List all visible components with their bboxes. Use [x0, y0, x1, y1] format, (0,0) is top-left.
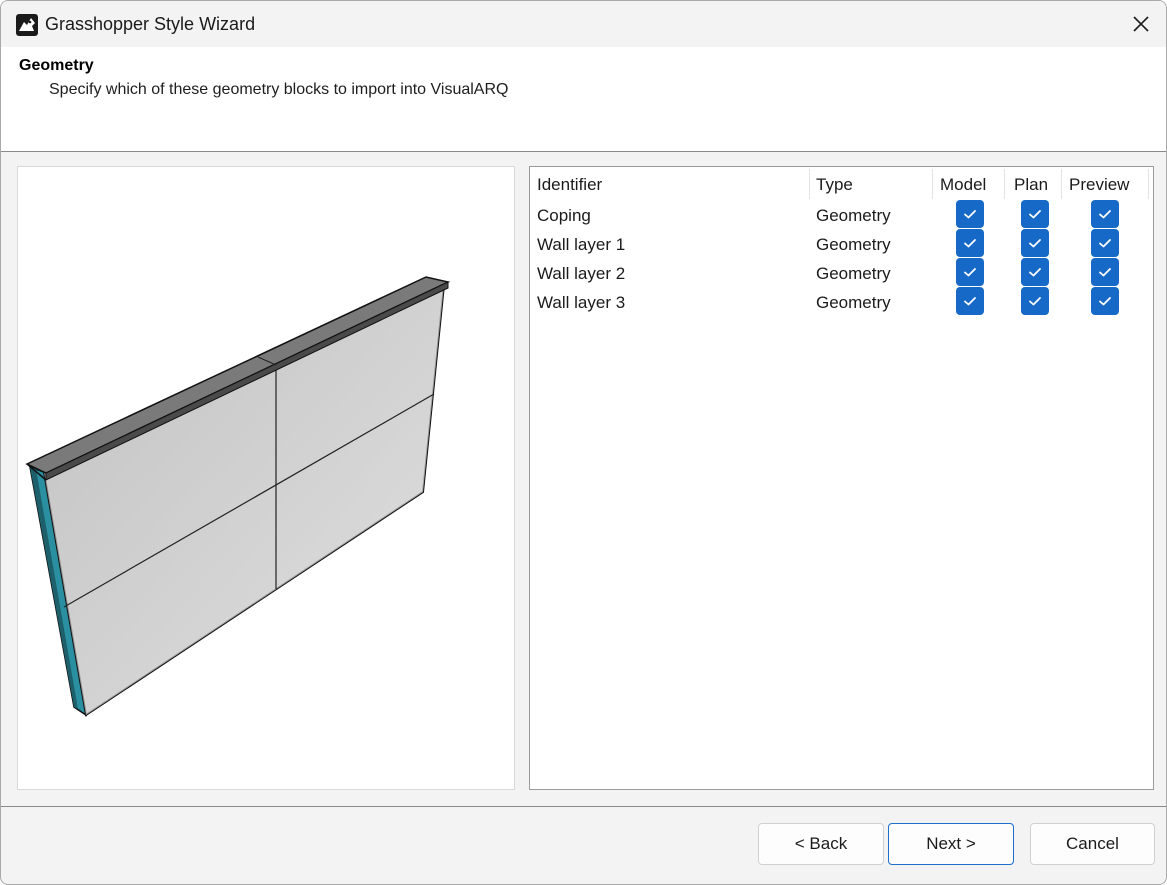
model-checkbox[interactable]: [956, 258, 984, 286]
close-button[interactable]: [1116, 1, 1166, 47]
plan-checkbox[interactable]: [1021, 287, 1049, 315]
checkmark-icon: [1029, 210, 1041, 219]
rhino-app-icon: [15, 13, 39, 37]
window-title: Grasshopper Style Wizard: [45, 14, 256, 34]
geometry-table: Identifier Type Model Plan Preview Copin…: [529, 166, 1154, 790]
column-header-model[interactable]: Model: [940, 175, 986, 195]
wall-3d-preview: [25, 276, 451, 717]
checkmark-icon: [964, 297, 976, 306]
geometry-preview: [17, 166, 515, 790]
next-button[interactable]: Next >: [888, 823, 1014, 865]
preview-checkbox[interactable]: [1091, 200, 1119, 228]
wizard-window: Grasshopper Style Wizard Geometry Specif…: [0, 0, 1167, 885]
column-header-preview[interactable]: Preview: [1069, 175, 1129, 195]
table-row[interactable]: Wall layer 3 Geometry: [530, 287, 1151, 319]
row-type: Geometry: [816, 206, 891, 225]
page-header: Geometry Specify which of these geometry…: [1, 47, 1166, 152]
row-type: Geometry: [816, 235, 891, 254]
title-bar: Grasshopper Style Wizard: [1, 1, 1166, 47]
close-icon: [1133, 16, 1149, 32]
column-header-identifier[interactable]: Identifier: [537, 175, 602, 195]
table-row[interactable]: Coping Geometry: [530, 200, 1151, 232]
model-checkbox[interactable]: [956, 287, 984, 315]
column-header-type[interactable]: Type: [816, 175, 853, 195]
row-identifier: Wall layer 1: [537, 235, 626, 254]
row-identifier: Wall layer 3: [537, 293, 626, 312]
row-identifier: Wall layer 2: [537, 264, 626, 283]
row-type: Geometry: [816, 264, 891, 283]
checkmark-icon: [1099, 268, 1111, 277]
preview-checkbox[interactable]: [1091, 229, 1119, 257]
table-row[interactable]: Wall layer 1 Geometry: [530, 229, 1151, 261]
cancel-button[interactable]: Cancel: [1030, 823, 1155, 865]
back-button[interactable]: < Back: [758, 823, 884, 865]
plan-checkbox[interactable]: [1021, 200, 1049, 228]
column-header-plan[interactable]: Plan: [1014, 175, 1048, 195]
preview-checkbox[interactable]: [1091, 287, 1119, 315]
checkmark-icon: [964, 268, 976, 277]
checkmark-icon: [1029, 297, 1041, 306]
plan-checkbox[interactable]: [1021, 258, 1049, 286]
checkmark-icon: [1029, 268, 1041, 277]
page-subtitle: Specify which of these geometry blocks t…: [49, 81, 509, 98]
checkmark-icon: [1099, 297, 1111, 306]
table-row[interactable]: Wall layer 2 Geometry: [530, 258, 1151, 290]
row-identifier: Coping: [537, 206, 591, 225]
row-type: Geometry: [816, 293, 891, 312]
checkmark-icon: [1099, 239, 1111, 248]
page-title: Geometry: [19, 57, 94, 74]
plan-checkbox[interactable]: [1021, 229, 1049, 257]
checkmark-icon: [964, 210, 976, 219]
model-checkbox[interactable]: [956, 229, 984, 257]
model-checkbox[interactable]: [956, 200, 984, 228]
checkmark-icon: [1099, 210, 1111, 219]
checkmark-icon: [964, 239, 976, 248]
preview-checkbox[interactable]: [1091, 258, 1119, 286]
footer-divider: [1, 806, 1166, 807]
checkmark-icon: [1029, 239, 1041, 248]
